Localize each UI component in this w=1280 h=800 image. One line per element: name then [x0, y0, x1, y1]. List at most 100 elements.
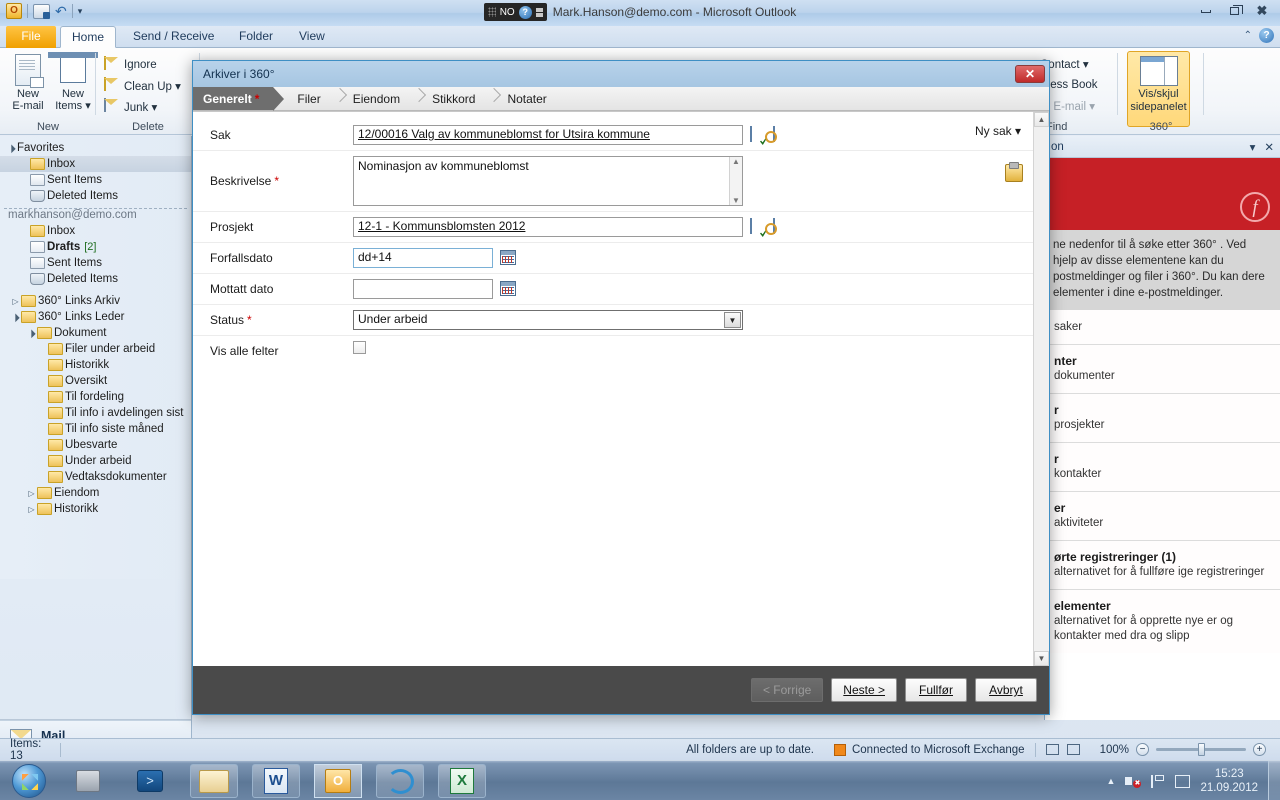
folder-item-inbox[interactable]: Inbox	[0, 223, 191, 239]
favorite-item-inbox[interactable]: Inbox	[0, 156, 191, 172]
system-tray[interactable]: ▲ ✖ 15:23 21.09.2012	[1107, 761, 1258, 800]
chevron-right-icon[interactable]	[10, 297, 21, 306]
sidepanel-section-prosjekter[interactable]: r prosjekter	[1045, 394, 1280, 443]
zoom-slider[interactable]	[1156, 743, 1246, 756]
chevron-down-icon[interactable]	[26, 329, 37, 338]
navigation-pane[interactable]: Favorites Inbox Sent Items Deleted Items…	[0, 136, 192, 800]
scroll-down-button[interactable]: ▼	[1034, 651, 1049, 666]
module-buttons[interactable]: Mail Calendar Cont	[0, 719, 191, 800]
tree-item-360-links-arkiv[interactable]: 360° Links Arkiv	[0, 293, 191, 309]
tree-item-til-info-i-avdelingen[interactable]: Til info i avdelingen sist	[0, 405, 191, 421]
vis-alle-felter-checkbox[interactable]	[353, 341, 366, 354]
clock[interactable]: 15:23 21.09.2012	[1200, 767, 1258, 795]
tab-view[interactable]: View	[288, 26, 336, 48]
tree-item-vedtaksdokumenter[interactable]: Vedtaksdokumenter	[0, 469, 191, 485]
folder-tree[interactable]: Favorites Inbox Sent Items Deleted Items…	[0, 136, 191, 579]
sidepanel-section-kontakter[interactable]: r kontakter	[1045, 443, 1280, 492]
dialog-scrollbar[interactable]: ▲ ▼	[1033, 112, 1049, 666]
sak-input[interactable]: 12/00016 Valg av kommuneblomst for Utsir…	[353, 125, 743, 145]
language-indicator[interactable]: NO ?	[483, 3, 547, 21]
sidepanel-360[interactable]: on ▾ ✕ f ne nedenfor til å søke etter 36…	[1044, 136, 1280, 720]
scroll-up-icon[interactable]: ▲	[730, 157, 742, 166]
zoom-slider-handle[interactable]	[1198, 743, 1205, 756]
tree-item-historikk-root[interactable]: Historikk	[0, 501, 191, 517]
wizard-step-eiendom[interactable]: Eiendom	[343, 87, 414, 110]
toggle-sidepanel-button[interactable]: Vis/skjul sidepanelet	[1127, 51, 1190, 127]
new-items-button[interactable]: New Items ▾	[48, 52, 98, 112]
volume-muted-icon[interactable]: ✖	[1125, 774, 1142, 788]
wizard-steps[interactable]: Generelt * Filer Eiendom Stikkord Notater	[193, 86, 1049, 111]
send-receive-icon[interactable]	[33, 3, 50, 19]
scroll-up-button[interactable]: ▲	[1034, 112, 1049, 127]
wizard-step-generelt[interactable]: Generelt *	[193, 86, 285, 111]
chevron-right-icon[interactable]	[26, 489, 37, 498]
tab-send-receive[interactable]: Send / Receive	[122, 26, 225, 48]
taskbar-outlook[interactable]: O	[314, 764, 362, 798]
wizard-step-stikkord[interactable]: Stikkord	[422, 87, 489, 110]
sak-lookup-icon[interactable]	[750, 126, 766, 143]
calendar-picker-icon[interactable]	[500, 250, 516, 265]
ribbon-right-controls[interactable]: ⌃ ?	[1244, 28, 1274, 43]
tree-item-filer-under-arbeid[interactable]: Filer under arbeid	[0, 341, 191, 357]
reading-view-icon[interactable]	[1066, 744, 1080, 755]
clean-up-button[interactable]: Clean Up ▾	[104, 75, 181, 96]
chevron-down-icon[interactable]	[10, 313, 21, 322]
dialog-close-button[interactable]: ✕	[1015, 65, 1045, 83]
tree-item-ubesvarte[interactable]: Ubesvarte	[0, 437, 191, 453]
restore-button[interactable]	[1220, 2, 1248, 20]
ny-sak-button[interactable]: Ny sak ▾	[975, 124, 1021, 138]
tree-item-historikk[interactable]: Historikk	[0, 357, 191, 373]
sak-search-icon[interactable]	[773, 126, 789, 143]
ribbon-tab-strip[interactable]: File Home Send / Receive Folder View	[0, 26, 1280, 48]
sidepanel-section-aktiviteter[interactable]: er aktiviteter	[1045, 492, 1280, 541]
folder-item-sent-items[interactable]: Sent Items	[0, 255, 191, 271]
status-select[interactable]: Under arbeid ▼	[353, 310, 743, 330]
monitor-icon[interactable]	[1175, 774, 1191, 788]
chevron-down-icon[interactable]: ▾	[78, 6, 83, 17]
neste-button[interactable]: Neste >	[831, 678, 897, 702]
folder-item-drafts[interactable]: Drafts [2]	[0, 239, 191, 255]
junk-button[interactable]: Junk ▾	[104, 96, 181, 117]
tab-folder[interactable]: Folder	[228, 26, 284, 48]
avbryt-button[interactable]: Avbryt	[975, 678, 1037, 702]
zoom-out-button[interactable]: −	[1136, 743, 1149, 756]
minimize-button[interactable]	[1192, 2, 1220, 20]
zoom-control[interactable]: 100% − +	[1090, 739, 1280, 761]
tree-item-dokument[interactable]: Dokument	[0, 325, 191, 341]
taskbar-excel[interactable]: X	[438, 764, 486, 798]
sidepanel-section-nye-elementer[interactable]: elementer alternativet for å opprette ny…	[1045, 590, 1280, 653]
window-controls[interactable]: ✖	[1192, 2, 1276, 20]
clipboard-icon[interactable]	[1005, 162, 1023, 182]
new-email-button[interactable]: New E-mail	[3, 52, 53, 112]
show-hidden-icons-button[interactable]: ▲	[1107, 776, 1116, 786]
ignore-button[interactable]: Ignore	[104, 54, 181, 75]
tree-item-til-fordeling[interactable]: Til fordeling	[0, 389, 191, 405]
network-flag-icon[interactable]	[1151, 774, 1165, 788]
help-icon[interactable]: ?	[518, 5, 532, 19]
tree-item-oversikt[interactable]: Oversikt	[0, 373, 191, 389]
wizard-step-filer[interactable]: Filer	[287, 87, 334, 110]
zoom-in-button[interactable]: +	[1253, 743, 1266, 756]
chevron-down-icon[interactable]	[6, 144, 17, 153]
chevron-down-icon[interactable]: ▼	[724, 312, 741, 328]
folder-item-deleted-items[interactable]: Deleted Items	[0, 271, 191, 287]
taskbar-explorer[interactable]	[190, 764, 238, 798]
collapse-ribbon-icon[interactable]: ⌃	[1244, 30, 1252, 41]
tree-item-360-links-leder[interactable]: 360° Links Leder	[0, 309, 191, 325]
taskbar-internet-explorer[interactable]	[376, 764, 424, 798]
sidepanel-section-saker[interactable]: saker	[1045, 310, 1280, 345]
beskrivelse-textarea[interactable]: Nominasjon av kommuneblomst ▲ ▼	[353, 156, 743, 206]
taskbar-word[interactable]: W	[252, 764, 300, 798]
view-switchers[interactable]	[1036, 739, 1090, 761]
taskbar-server-manager[interactable]	[66, 764, 110, 798]
calendar-picker-icon[interactable]	[500, 281, 516, 296]
close-icon[interactable]: ✕	[1264, 140, 1274, 154]
textarea-scrollbar[interactable]: ▲ ▼	[729, 157, 742, 205]
close-button[interactable]: ✖	[1248, 2, 1276, 20]
mottatt-dato-input[interactable]	[353, 279, 493, 299]
undo-icon[interactable]: ↶	[55, 3, 67, 19]
tab-file[interactable]: File	[6, 26, 56, 48]
normal-view-icon[interactable]	[1045, 744, 1059, 755]
prosjekt-search-icon[interactable]	[773, 218, 789, 235]
chevron-down-icon[interactable]: ▾	[1250, 140, 1256, 154]
